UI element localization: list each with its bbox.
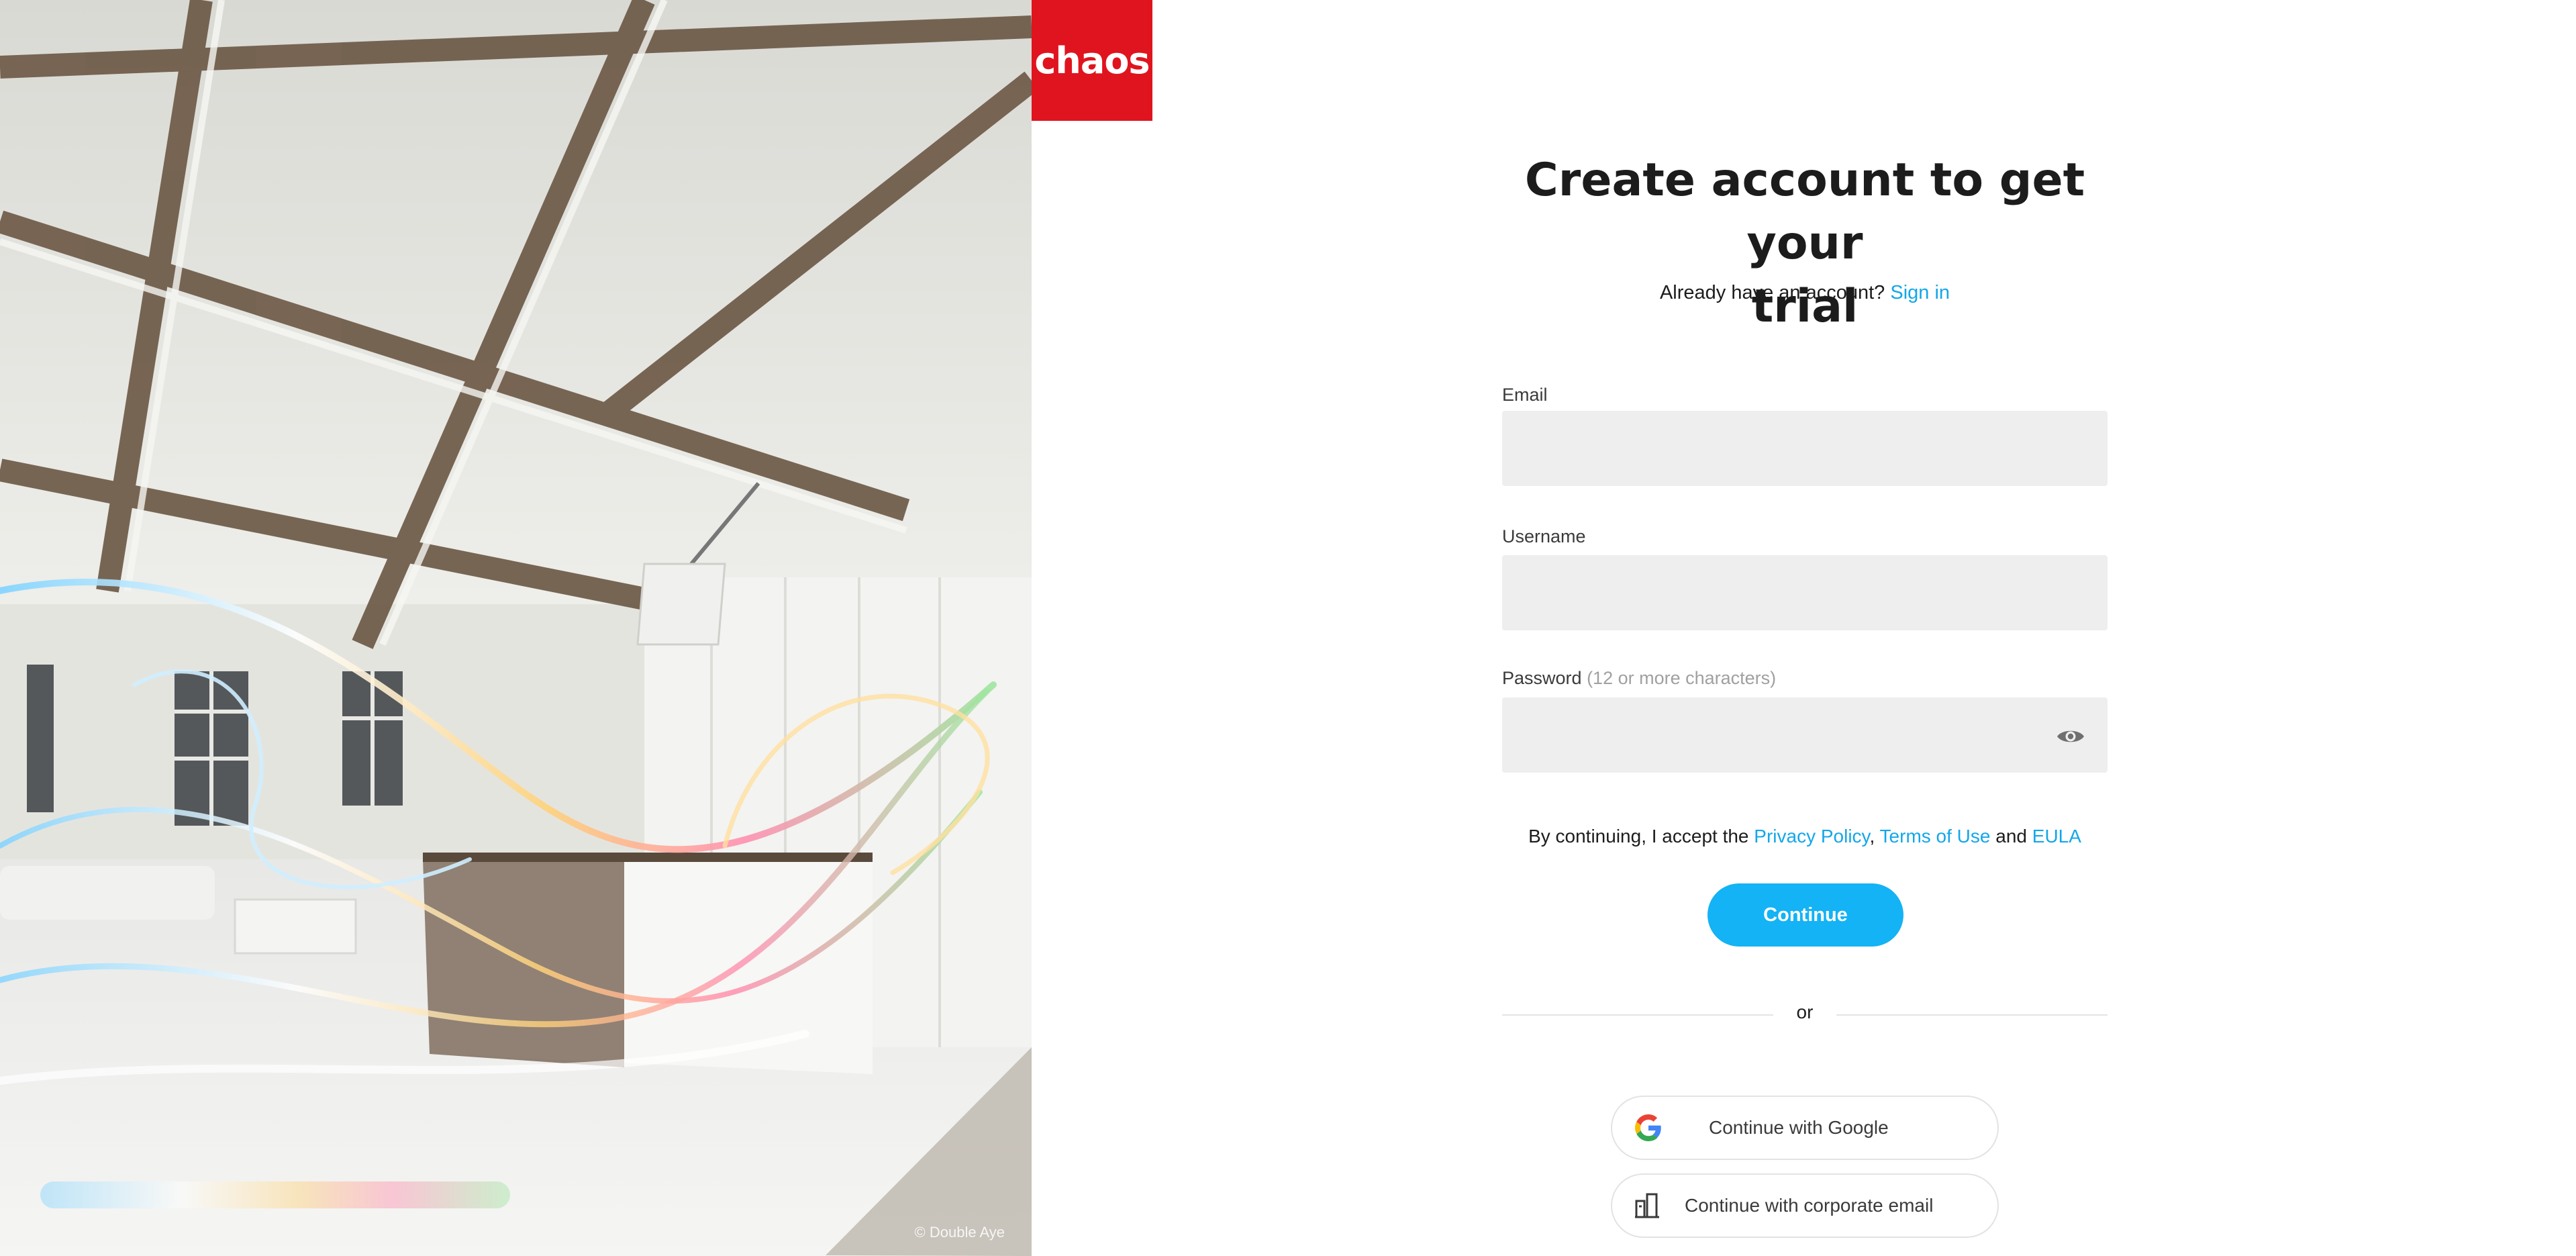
terms-and: and bbox=[1995, 826, 2027, 847]
logo-text: chaos bbox=[1034, 39, 1150, 82]
sign-in-link[interactable]: Sign in bbox=[1890, 282, 1950, 303]
continue-with-corporate-email-button[interactable]: Continue with corporate email bbox=[1611, 1173, 1999, 1238]
building-icon bbox=[1635, 1193, 1659, 1218]
email-label: Email bbox=[1502, 385, 1548, 405]
eula-link[interactable]: EULA bbox=[2032, 826, 2081, 847]
page-title: Create account to get your trial bbox=[1502, 149, 2108, 338]
divider-or: or bbox=[1796, 1002, 1814, 1022]
hero-illustration bbox=[0, 0, 1032, 1256]
chaos-logo[interactable]: chaos bbox=[1032, 0, 1152, 121]
page-title-line1: Create account to get your bbox=[1524, 154, 2085, 270]
terms-comma: , bbox=[1869, 826, 1875, 847]
password-label: Password (12 or more characters) bbox=[1502, 668, 1776, 689]
show-password-eye-icon[interactable] bbox=[2054, 720, 2087, 753]
terms-notice: By continuing, I accept the Privacy Poli… bbox=[1502, 826, 2108, 847]
google-button-label: Continue with Google bbox=[1709, 1117, 1889, 1138]
password-label-text: Password bbox=[1502, 668, 1582, 688]
password-field[interactable] bbox=[1502, 697, 2108, 773]
hero-image: © Double Aye bbox=[0, 0, 1032, 1256]
image-credit: © Double Aye bbox=[914, 1224, 1005, 1241]
signin-prompt: Already have an account? Sign in bbox=[1502, 282, 2108, 304]
username-label: Username bbox=[1502, 526, 1586, 546]
username-field[interactable] bbox=[1502, 555, 2108, 630]
privacy-policy-link[interactable]: Privacy Policy bbox=[1754, 826, 1869, 847]
terms-prefix: By continuing, I accept the bbox=[1528, 826, 1749, 847]
signin-prompt-text: Already have an account? bbox=[1659, 282, 1885, 303]
email-field[interactable] bbox=[1502, 411, 2108, 486]
continue-button[interactable]: Continue bbox=[1707, 883, 1903, 947]
password-hint: (12 or more characters) bbox=[1587, 668, 1777, 688]
corporate-button-label: Continue with corporate email bbox=[1685, 1195, 1934, 1216]
continue-with-google-button[interactable]: Continue with Google bbox=[1611, 1096, 1999, 1160]
google-icon bbox=[1635, 1114, 1662, 1141]
terms-of-use-link[interactable]: Terms of Use bbox=[1880, 826, 1991, 847]
